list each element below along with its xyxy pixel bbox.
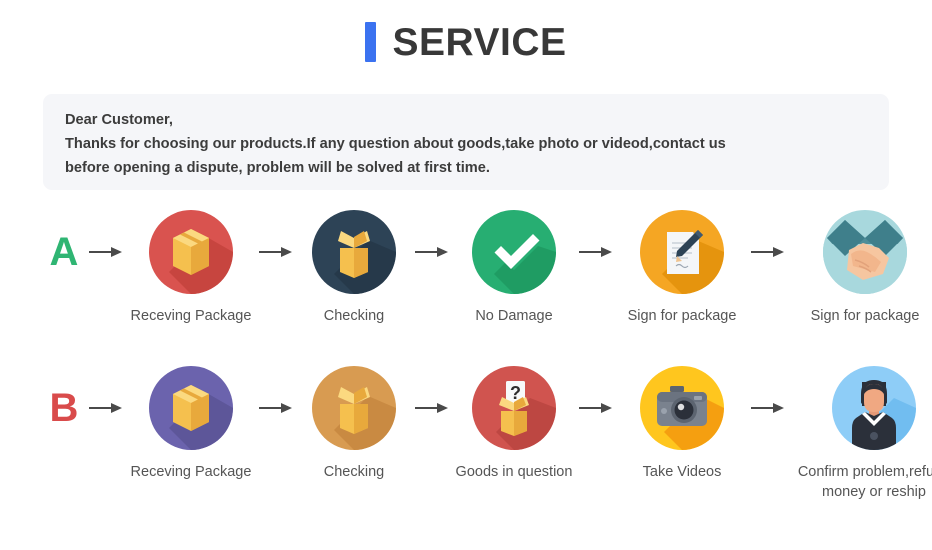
package-box-icon [149,366,233,450]
arrow-icon [254,366,298,450]
flow-step-label: No Damage [475,308,553,324]
arrow-icon [410,210,454,294]
flow-step-label: Receving Package [130,464,252,480]
open-box-icon [312,366,396,450]
arrow-icon [746,210,790,294]
flow-step: Sign for package [618,210,746,326]
flow-step: Sign for package [790,210,932,326]
arrow-icon [84,210,128,294]
service-page: SERVICE Dear Customer, Thanks for choosi… [0,0,932,550]
title-accent-bar [365,22,377,62]
arrow-icon [746,366,790,450]
notice-line-3: before opening a dispute, problem will b… [65,160,490,176]
notice-line-1: Dear Customer, [65,112,173,128]
flow-step-label: Confirm problem,refund money or reship [797,464,932,500]
support-person-icon [832,366,916,450]
arrow-icon [84,366,128,450]
flow-row-b: B Receving Package Checking ? Goods in q… [0,366,932,502]
flow-step: Checking [298,210,410,326]
flow-step-label: Receving Package [130,308,252,324]
handshake-icon [823,210,907,294]
arrow-icon [574,210,618,294]
check-mark-icon [472,210,556,294]
arrow-icon [574,366,618,450]
flow-step: Take Videos [618,366,746,482]
flow-row-a: A Receving Package Checking No Damage Si… [0,210,932,326]
document-pen-icon [640,210,724,294]
flow-step: Receving Package [128,210,254,326]
flow-label-b: B [49,386,79,430]
flow-step-label: Sign for package [810,308,920,324]
flow-step: Receving Package [128,366,254,482]
question-box-icon: ? [472,366,556,450]
flow-step-label: Take Videos [642,464,722,480]
camera-icon [640,366,724,450]
flow-label-a: A [49,230,79,274]
flow-step: Checking [298,366,410,482]
arrow-icon [410,366,454,450]
flow-step-label: Goods in question [455,464,573,480]
flow-step: No Damage [454,210,574,326]
arrow-icon [254,210,298,294]
open-box-icon [312,210,396,294]
page-title-text: SERVICE [392,20,567,64]
notice-line-2: Thanks for choosing our products.If any … [65,136,726,152]
package-box-icon [149,210,233,294]
customer-notice-box: Dear Customer, Thanks for choosing our p… [43,94,889,190]
flow-step-label: Checking [323,464,385,480]
page-title: SERVICE [0,0,932,62]
flow-step-label: Checking [323,308,385,324]
flow-step-label: Sign for package [627,308,737,324]
flow-step: ? Goods in question [454,366,574,482]
flow-step: Confirm problem,refund money or reship [790,366,932,502]
